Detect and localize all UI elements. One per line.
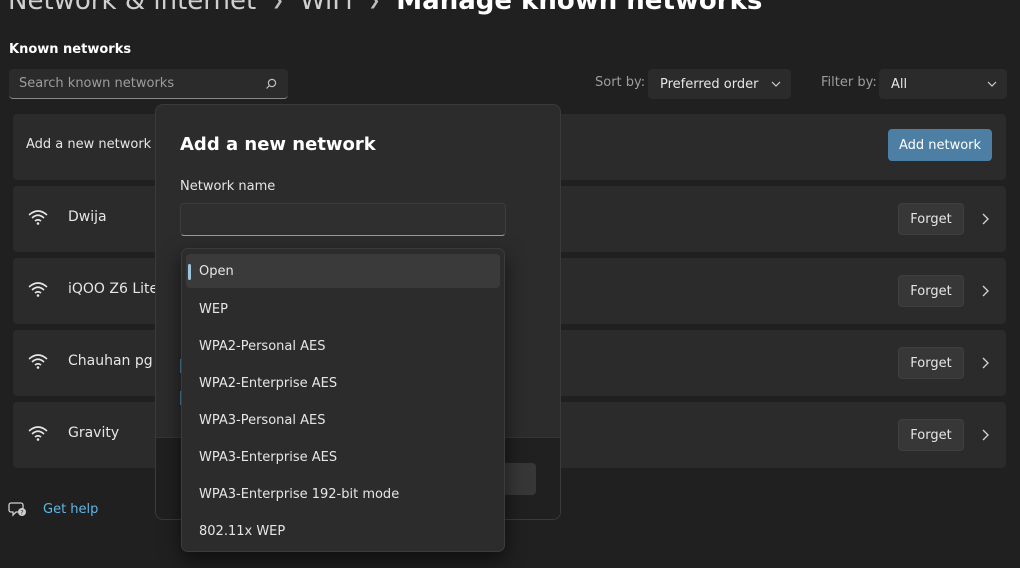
security-type-menu: Open WEP WPA2-Personal AES WPA2-Enterpri… — [181, 248, 505, 552]
filter-by-label: Filter by: — [821, 75, 877, 90]
breadcrumb-network-internet[interactable]: Network & internet — [8, 0, 256, 16]
security-option-8021x-wep[interactable]: 802.11x WEP — [186, 513, 500, 550]
wifi-icon — [28, 426, 48, 441]
chevron-right-icon[interactable] — [980, 212, 990, 226]
chevron-right-icon[interactable] — [980, 284, 990, 298]
forget-button[interactable]: Forget — [898, 275, 964, 307]
filter-dropdown[interactable]: All — [879, 69, 1007, 99]
sort-dropdown[interactable]: Preferred order — [648, 69, 791, 99]
search-box[interactable] — [9, 69, 288, 99]
sort-value: Preferred order — [660, 76, 759, 92]
security-option-wpa3-enterprise-192[interactable]: WPA3-Enterprise 192-bit mode — [186, 476, 500, 513]
chevron-down-icon — [987, 81, 997, 87]
chevron-down-icon — [771, 81, 781, 87]
security-option-wpa2-personal[interactable]: WPA2-Personal AES — [186, 328, 500, 365]
security-option-wpa3-personal[interactable]: WPA3-Personal AES — [186, 402, 500, 439]
chevron-right-icon: ❯ — [368, 0, 381, 9]
network-name: Dwija — [68, 209, 107, 225]
add-network-button[interactable]: Add network — [888, 129, 992, 161]
get-help-link[interactable]: ? Get help — [8, 500, 98, 518]
breadcrumb-wifi[interactable]: WiFi — [300, 0, 353, 16]
forget-button[interactable]: Forget — [898, 347, 964, 379]
sort-by-label: Sort by: — [595, 75, 646, 90]
forget-button[interactable]: Forget — [898, 419, 964, 451]
known-networks-heading: Known networks — [9, 42, 132, 57]
forget-button[interactable]: Forget — [898, 203, 964, 235]
network-name-input[interactable] — [180, 203, 506, 236]
network-name: Gravity — [68, 425, 120, 441]
security-option-wep[interactable]: WEP — [186, 291, 500, 328]
security-option-open[interactable]: Open — [186, 254, 500, 288]
search-input[interactable] — [19, 76, 264, 91]
svg-text:?: ? — [20, 510, 23, 517]
wifi-icon — [28, 354, 48, 369]
help-chat-icon: ? — [8, 502, 26, 517]
chevron-right-icon: ❯ — [272, 0, 284, 9]
page-title: Manage known networks — [396, 0, 763, 16]
dialog-title: Add a new network — [180, 134, 376, 155]
wifi-icon — [28, 210, 48, 225]
breadcrumb: Network & internet ❯ WiFi ❯ Manage known… — [8, 0, 762, 16]
add-network-label: Add a new network — [26, 137, 152, 152]
security-option-wpa2-enterprise[interactable]: WPA2-Enterprise AES — [186, 365, 500, 402]
chevron-right-icon[interactable] — [980, 356, 990, 370]
filter-value: All — [891, 76, 908, 92]
security-option-wpa3-enterprise[interactable]: WPA3-Enterprise AES — [186, 439, 500, 476]
chevron-right-icon[interactable] — [980, 428, 990, 442]
get-help-label[interactable]: Get help — [43, 502, 98, 517]
network-name-label: Network name — [180, 179, 276, 194]
search-icon — [266, 78, 277, 89]
wifi-icon — [28, 282, 48, 297]
